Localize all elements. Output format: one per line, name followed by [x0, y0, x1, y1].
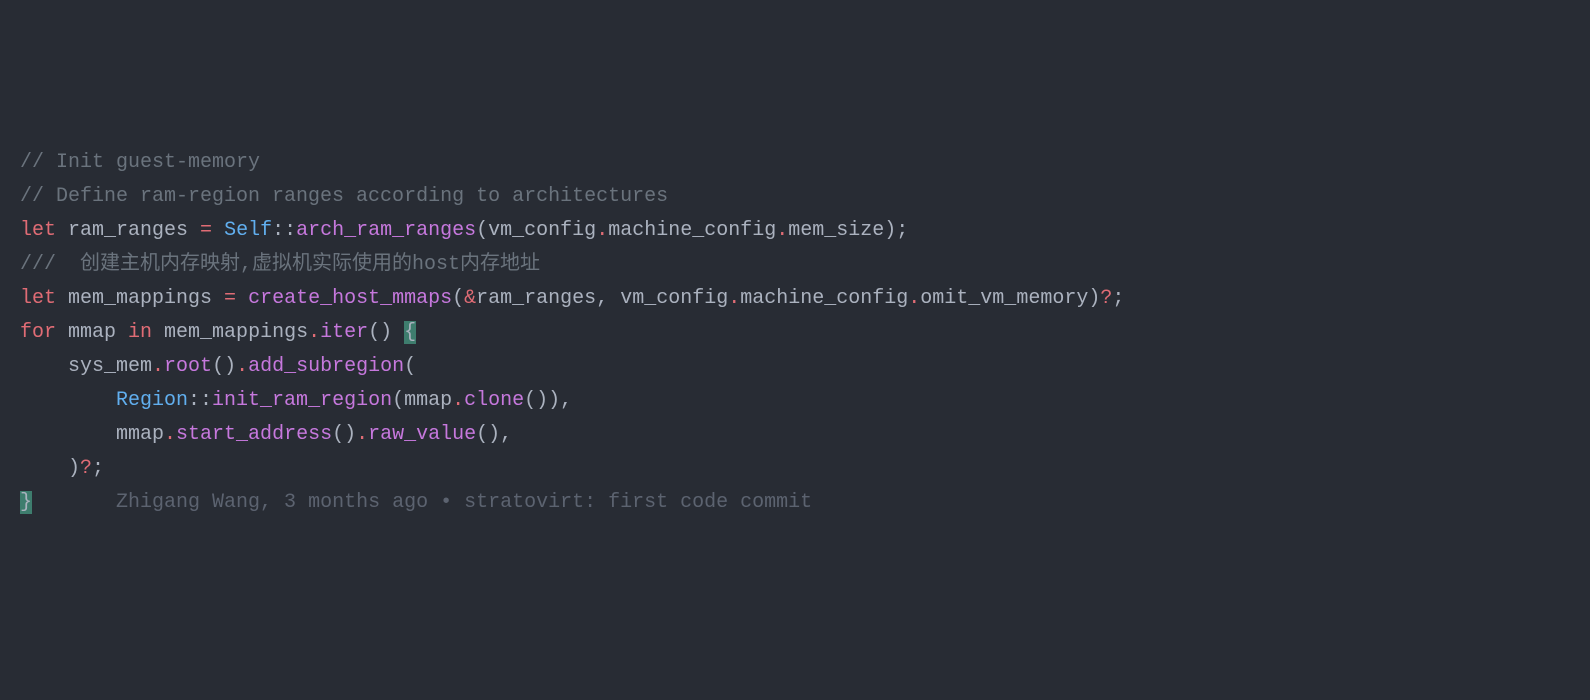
paren-close: ) — [548, 389, 560, 412]
argument: ram_ranges — [476, 287, 596, 310]
code-line-6: for mmap in mem_mappings.iter() { — [20, 316, 1570, 350]
dot: . — [164, 423, 176, 446]
parens: () — [212, 355, 236, 378]
paren-open: ( — [452, 287, 464, 310]
code-line-10: )?; — [20, 452, 1570, 486]
indent — [20, 389, 116, 412]
variable: ram_ranges — [56, 219, 200, 242]
brace-open-highlighted: { — [404, 321, 416, 344]
type-self: Self — [224, 219, 272, 242]
code-line-5: let mem_mappings = create_host_mmaps(&ra… — [20, 282, 1570, 316]
function-name: raw_value — [368, 423, 476, 446]
brace-close-highlighted: } — [20, 491, 32, 514]
indent — [20, 423, 116, 446]
keyword-let: let — [20, 219, 56, 242]
parens: () — [524, 389, 548, 412]
double-colon: :: — [188, 389, 212, 412]
variable: mem_mappings — [152, 321, 308, 344]
dot: . — [452, 389, 464, 412]
parens: () — [332, 423, 356, 446]
paren-open: ( — [404, 355, 416, 378]
dot: . — [236, 355, 248, 378]
argument: omit_vm_memory — [920, 287, 1088, 310]
function-name: arch_ram_ranges — [296, 219, 476, 242]
code-line-3: let ram_ranges = Self::arch_ram_ranges(v… — [20, 214, 1570, 248]
function-name: clone — [464, 389, 524, 412]
code-line-1: // Init guest-memory — [20, 146, 1570, 180]
indent — [20, 355, 68, 378]
code-line-9: mmap.start_address().raw_value(), — [20, 418, 1570, 452]
double-colon: :: — [272, 219, 296, 242]
keyword-for: for — [20, 321, 56, 344]
dot: . — [908, 287, 920, 310]
function-name: iter — [320, 321, 368, 344]
argument: mmap — [404, 389, 452, 412]
operator-equals: = — [224, 287, 236, 310]
paren-open: ( — [368, 321, 380, 344]
argument: machine_config — [740, 287, 908, 310]
paren-open: ( — [476, 219, 488, 242]
comma: , — [500, 423, 512, 446]
paren-close: ) — [68, 457, 80, 480]
function-name: add_subregion — [248, 355, 404, 378]
code-line-8: Region::init_ram_region(mmap.clone()), — [20, 384, 1570, 418]
code-line-2: // Define ram-region ranges according to… — [20, 180, 1570, 214]
comma: , — [560, 389, 572, 412]
dot: . — [152, 355, 164, 378]
parens: () — [476, 423, 500, 446]
variable: mem_mappings — [56, 287, 224, 310]
git-blame-annotation: Zhigang Wang, 3 months ago • stratovirt:… — [116, 491, 812, 514]
variable: sys_mem — [68, 355, 152, 378]
code-editor[interactable]: // Init guest-memory // Define ram-region… — [20, 146, 1570, 520]
argument: mem_size — [788, 219, 884, 242]
function-name: start_address — [176, 423, 332, 446]
indent — [20, 457, 68, 480]
comment: // Init guest-memory — [20, 151, 260, 174]
paren-open: ( — [392, 389, 404, 412]
paren-close: ) — [380, 321, 392, 344]
semicolon: ; — [92, 457, 104, 480]
variable: mmap — [56, 321, 128, 344]
semicolon: ; — [1112, 287, 1124, 310]
function-name: root — [164, 355, 212, 378]
dot: . — [776, 219, 788, 242]
type-region: Region — [116, 389, 188, 412]
question-mark: ? — [80, 457, 92, 480]
argument: machine_config — [608, 219, 776, 242]
function-name: init_ram_region — [212, 389, 392, 412]
function-name: create_host_mmaps — [248, 287, 452, 310]
argument: vm_config — [488, 219, 596, 242]
argument: vm_config — [620, 287, 728, 310]
doc-comment: /// 创建主机内存映射,虚拟机实际使用的host内存地址 — [20, 253, 540, 276]
question-mark: ? — [1100, 287, 1112, 310]
ampersand: & — [464, 287, 476, 310]
dot: . — [596, 219, 608, 242]
paren-close: ) — [884, 219, 896, 242]
paren-close: ) — [1088, 287, 1100, 310]
code-line-11: } Zhigang Wang, 3 months ago • stratovir… — [20, 486, 1570, 520]
code-line-4: /// 创建主机内存映射,虚拟机实际使用的host内存地址 — [20, 248, 1570, 282]
dot: . — [728, 287, 740, 310]
comment: // Define ram-region ranges according to… — [20, 185, 668, 208]
keyword-let: let — [20, 287, 56, 310]
keyword-in: in — [128, 321, 152, 344]
variable: mmap — [116, 423, 164, 446]
operator-equals: = — [200, 219, 212, 242]
code-line-7: sys_mem.root().add_subregion( — [20, 350, 1570, 384]
dot: . — [356, 423, 368, 446]
dot: . — [308, 321, 320, 344]
comma: , — [596, 287, 620, 310]
semicolon: ; — [896, 219, 908, 242]
